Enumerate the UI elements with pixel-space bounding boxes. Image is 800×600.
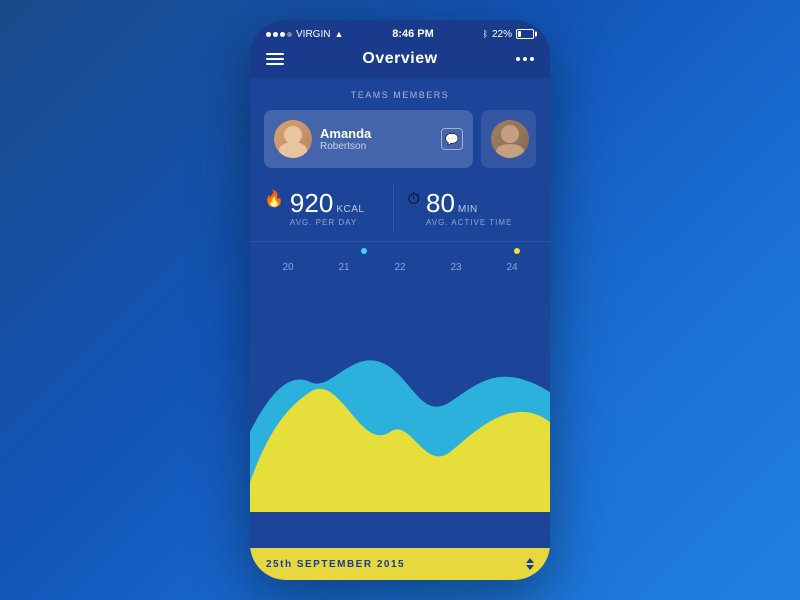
x-label-1: 21 bbox=[338, 262, 349, 273]
stat-value-row-time: 80 MIN bbox=[426, 190, 512, 216]
arrow-down-icon bbox=[526, 565, 534, 570]
hamburger-line-1 bbox=[266, 53, 284, 55]
footer[interactable]: 25th SEPTEMBER 2015 bbox=[250, 548, 550, 580]
timer-icon: ⏱ bbox=[408, 192, 420, 208]
member-card-amanda[interactable]: Amanda Robertson bbox=[264, 110, 473, 168]
x-label-0: 20 bbox=[282, 262, 293, 273]
menu-button[interactable] bbox=[266, 53, 284, 65]
hamburger-line-2 bbox=[266, 58, 284, 60]
stat-calories: 🔥 920 KCAL AVG. PER DAY bbox=[264, 184, 393, 233]
stat-body-time: 80 MIN AVG. ACTIVE TIME bbox=[426, 190, 512, 227]
chart-dot-yellow bbox=[514, 248, 520, 254]
stat-label-time: AVG. ACTIVE TIME bbox=[426, 218, 512, 227]
member-last-name-amanda: Robertson bbox=[320, 141, 433, 152]
signal-dot-1 bbox=[266, 32, 271, 37]
more-button[interactable] bbox=[516, 57, 534, 61]
status-left: VIRGIN ▲ bbox=[266, 29, 343, 40]
status-right: ᛒ 22% bbox=[483, 29, 534, 40]
phone-frame: VIRGIN ▲ 8:46 PM ᛒ 22% Overview TEAMS bbox=[250, 20, 550, 580]
hamburger-line-3 bbox=[266, 63, 284, 65]
avatar-amanda bbox=[274, 120, 312, 158]
wifi-icon: ▲ bbox=[334, 29, 343, 39]
status-bar: VIRGIN ▲ 8:46 PM ᛒ 22% bbox=[250, 20, 550, 44]
bluetooth-icon: ᛒ bbox=[483, 29, 488, 39]
footer-arrows[interactable] bbox=[526, 558, 534, 570]
chart-indicators bbox=[250, 242, 550, 260]
header: Overview bbox=[250, 44, 550, 78]
battery-fill bbox=[518, 31, 521, 37]
signal-dots bbox=[266, 32, 292, 37]
signal-dot-3 bbox=[280, 32, 285, 37]
chart-area bbox=[250, 312, 550, 512]
battery-icon bbox=[516, 29, 534, 39]
more-dot-1 bbox=[516, 57, 520, 61]
x-label-3: 23 bbox=[450, 262, 461, 273]
more-dot-3 bbox=[530, 57, 534, 61]
more-dot-2 bbox=[523, 57, 527, 61]
x-label-4: 24 bbox=[506, 262, 517, 273]
chart-x-labels: 20 21 22 23 24 bbox=[250, 260, 550, 275]
stat-number-calories: 920 bbox=[290, 190, 333, 216]
stat-value-row-calories: 920 KCAL bbox=[290, 190, 365, 216]
teams-label: TEAMS MEMBERS bbox=[264, 90, 536, 100]
battery-pct: 22% bbox=[492, 29, 512, 40]
x-label-2: 22 bbox=[394, 262, 405, 273]
stat-unit-time: MIN bbox=[458, 204, 478, 215]
stat-body-calories: 920 KCAL AVG. PER DAY bbox=[290, 190, 365, 227]
main-content: TEAMS MEMBERS Amanda Robertson Ja bbox=[250, 78, 550, 580]
member-card-james[interactable]: Ja Mi bbox=[481, 110, 536, 168]
stat-number-time: 80 bbox=[426, 190, 455, 216]
message-button-amanda[interactable] bbox=[441, 128, 463, 150]
member-info-amanda: Amanda Robertson bbox=[320, 126, 433, 152]
stat-unit-calories: KCAL bbox=[336, 204, 364, 215]
flame-icon: 🔥 bbox=[264, 192, 284, 208]
carrier-label: VIRGIN bbox=[296, 29, 330, 40]
members-row: Amanda Robertson Ja Mi bbox=[264, 110, 536, 168]
member-first-name-amanda: Amanda bbox=[320, 126, 433, 141]
chart-section: 20 21 22 23 24 bbox=[250, 242, 550, 548]
chart-dot-blue bbox=[361, 248, 367, 254]
stats-section: 🔥 920 KCAL AVG. PER DAY ⏱ 80 MIN AVG. bbox=[250, 176, 550, 242]
arrow-up-icon bbox=[526, 558, 534, 563]
clock: 8:46 PM bbox=[392, 28, 434, 40]
stat-label-calories: AVG. PER DAY bbox=[290, 218, 365, 227]
signal-dot-4 bbox=[287, 32, 292, 37]
signal-dot-2 bbox=[273, 32, 278, 37]
footer-date: 25th SEPTEMBER 2015 bbox=[266, 559, 405, 570]
stat-time: ⏱ 80 MIN AVG. ACTIVE TIME bbox=[393, 184, 537, 233]
page-title: Overview bbox=[362, 50, 437, 68]
teams-section: TEAMS MEMBERS Amanda Robertson Ja bbox=[250, 78, 550, 176]
avatar-james bbox=[491, 120, 529, 158]
chart-svg bbox=[250, 312, 550, 512]
